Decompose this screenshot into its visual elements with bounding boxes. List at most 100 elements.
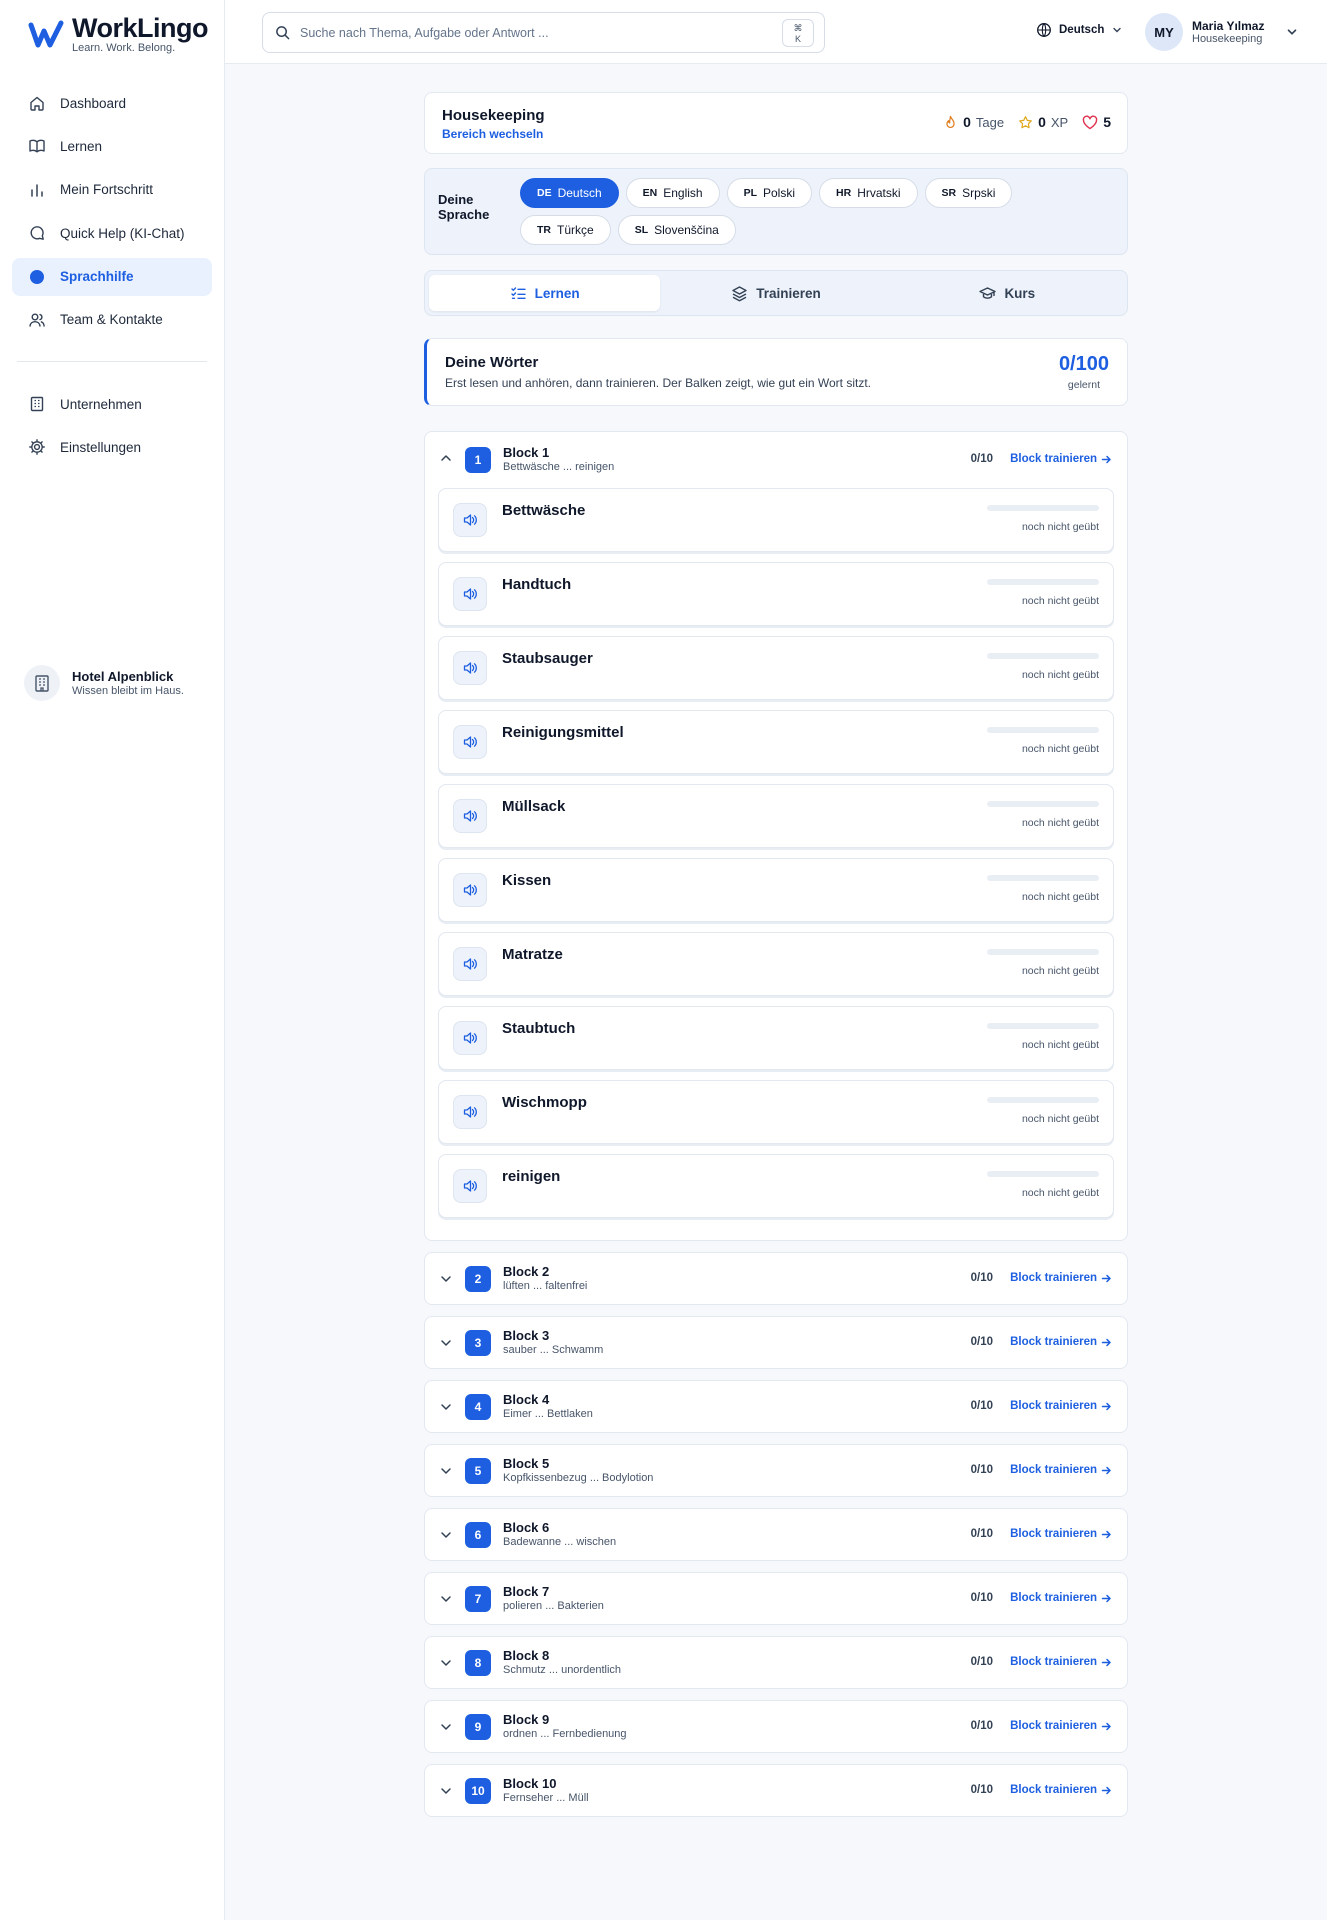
train-block-button[interactable]: Block trainieren [1010,1592,1112,1604]
chevron-down-icon[interactable] [439,1528,453,1542]
train-block-button[interactable]: Block trainieren [1010,1272,1112,1284]
word-card[interactable]: Wischmopp noch nicht geübt [438,1080,1114,1144]
word-card[interactable]: Kissen noch nicht geübt [438,858,1114,922]
word-card[interactable]: Matratze noch nicht geübt [438,932,1114,996]
train-block-button[interactable]: Block trainieren [1010,1656,1112,1668]
top-bar: ⌘K Deutsch MY Maria Yılmaz Housekeeping [225,0,1327,64]
play-audio-button[interactable] [453,503,487,537]
block-card-collapsed[interactable]: 7 Block 7 polieren ... Bakterien 0/10 Block … [424,1572,1128,1625]
block-header[interactable]: 1 Block 1 Bettwäsche ... reinigen 0/10 Block… [425,432,1127,488]
train-block-button[interactable]: Block trainieren [1010,1528,1112,1540]
train-block-button[interactable]: Block trainieren [1010,1464,1112,1476]
book-icon [29,140,45,153]
word-status: noch nicht geübt [1021,743,1099,755]
play-audio-button[interactable] [453,651,487,685]
block-title: Block 5 [503,1456,550,1471]
language-chip-hr[interactable]: HR Hrvatski [819,178,918,208]
chevron-down-icon[interactable] [439,1784,453,1798]
block-card-collapsed[interactable]: 6 Block 6 Badewanne ... wischen 0/10 Block t… [424,1508,1128,1561]
block-progress: 0/10 [970,1720,993,1732]
word-text: Bettwäsche [502,502,586,519]
avatar: MY [1145,13,1183,51]
word-card[interactable]: Handtuch noch nicht geübt [438,562,1114,626]
word-card[interactable]: reinigen noch nicht geübt [438,1154,1114,1218]
chevron-down-icon[interactable] [439,1656,453,1670]
tab-trainieren[interactable]: Trainieren [660,275,891,311]
train-block-button[interactable]: Block trainieren [1010,1784,1112,1796]
block-number: 3 [465,1330,491,1356]
language-chip-en[interactable]: EN English [625,178,720,208]
user-menu[interactable]: MY Maria Yılmaz Housekeeping [1145,13,1299,51]
hearts-value: 5 [1103,114,1111,130]
mode-tabs: Lernen Trainieren Kurs [424,270,1128,316]
play-audio-button[interactable] [453,873,487,907]
block-card-collapsed[interactable]: 9 Block 9 ordnen ... Fernbedienung 0/10 Bloc… [424,1700,1128,1753]
language-panel: Deine Sprache DE Deutsch EN English PL Polski… [424,168,1128,255]
switch-area-link[interactable]: Bereich wechseln [442,127,543,141]
block-progress: 0/10 [970,1400,993,1412]
block-word-range: Eimer ... Bettlaken [503,1408,593,1420]
word-card[interactable]: Bettwäsche noch nicht geübt [438,488,1114,552]
train-block-button[interactable]: Block trainieren [1010,453,1112,465]
words-summary-title: Deine Wörter [445,354,539,371]
chevron-down-icon[interactable] [439,1400,453,1414]
word-card[interactable]: Staubtuch noch nicht geübt [438,1006,1114,1070]
sidebar-item-mein-fortschritt[interactable]: Mein Fortschritt [12,171,212,209]
sidebar-item-einstellungen[interactable]: Einstellungen [12,428,212,466]
chevron-down-icon[interactable] [439,1464,453,1478]
tab-lernen[interactable]: Lernen [429,275,661,311]
word-card[interactable]: Staubsauger noch nicht geübt [438,636,1114,700]
app-logo[interactable]: WorkLingo Learn. Work. Belong. [28,14,208,54]
play-audio-button[interactable] [453,725,487,759]
bar-chart-icon [31,184,43,197]
chevron-down-icon[interactable] [439,1272,453,1286]
block-card-collapsed[interactable]: 8 Block 8 Schmutz ... unordentlich 0/10 Bloc… [424,1636,1128,1689]
train-block-button[interactable]: Block trainieren [1010,1720,1112,1732]
mastery-bar [987,1097,1099,1103]
block-title: Block 2 [503,1264,550,1279]
search-box[interactable]: ⌘K [262,12,825,53]
chevron-down-icon[interactable] [439,1336,453,1350]
chevron-down-icon[interactable] [439,1592,453,1606]
play-audio-button[interactable] [453,799,487,833]
search-input[interactable] [300,25,760,40]
word-text: Müllsack [502,798,566,815]
language-chip-tr[interactable]: TR Türkçe [520,215,611,245]
block-word-range: Schmutz ... unordentlich [503,1664,622,1676]
play-audio-button[interactable] [453,1169,487,1203]
sidebar-item-dashboard[interactable]: Dashboard [12,84,212,122]
play-audio-button[interactable] [453,947,487,981]
block-card-collapsed[interactable]: 10 Block 10 Fernseher ... Müll 0/10 Block tr… [424,1764,1128,1817]
sidebar-nav-secondary: Unternehmen Einstellungen [12,385,212,472]
sidebar-item-team-kontakte[interactable]: Team & Kontakte [12,301,212,339]
sidebar-item-lernen[interactable]: Lernen [12,127,212,165]
train-block-button[interactable]: Block trainieren [1010,1400,1112,1412]
train-block-button[interactable]: Block trainieren [1010,1336,1112,1348]
language-chip-sr[interactable]: SR Srpski [924,178,1013,208]
sidebar-item-sprachhilfe[interactable]: Sprachhilfe [12,257,212,296]
sidebar-item-label: Dashboard [60,95,127,111]
language-chip-de[interactable]: DE Deutsch [520,178,619,208]
tab-kurs[interactable]: Kurs [892,275,1123,311]
block-card-collapsed[interactable]: 2 Block 2 lüften ... faltenfrei 0/10 Block t… [424,1252,1128,1305]
chevron-down-icon[interactable] [439,1720,453,1734]
train-block-label: Block trainieren [1010,1464,1097,1476]
block-card-collapsed[interactable]: 3 Block 3 sauber ... Schwamm 0/10 Block trai… [424,1316,1128,1369]
sidebar-item-quick-help-ki-chat[interactable]: Quick Help (KI-Chat) [12,214,212,252]
play-audio-button[interactable] [453,577,487,611]
chevron-up-icon[interactable] [439,452,453,466]
block-card-collapsed[interactable]: 4 Block 4 Eimer ... Bettlaken 0/10 Block tra… [424,1380,1128,1433]
language-chip-pl[interactable]: PL Polski [726,178,813,208]
language-selector-label: Deutsch [1059,24,1105,36]
word-card[interactable]: Reinigungsmittel noch nicht geübt [438,710,1114,774]
sidebar-item-unternehmen[interactable]: Unternehmen [12,385,212,423]
play-audio-button[interactable] [453,1095,487,1129]
language-name: Deutsch [557,186,602,200]
language-selector[interactable]: Deutsch [1036,22,1123,38]
play-audio-button[interactable] [453,1021,487,1055]
word-card[interactable]: Müllsack noch nicht geübt [438,784,1114,848]
language-chip-sl[interactable]: SL Slovenščina [617,215,736,245]
block-card-collapsed[interactable]: 5 Block 5 Kopfkissenbezug ... Bodylotion 0/… [424,1444,1128,1497]
sidebar-item-label: Quick Help (KI-Chat) [60,225,185,241]
globe-icon [1037,23,1051,37]
